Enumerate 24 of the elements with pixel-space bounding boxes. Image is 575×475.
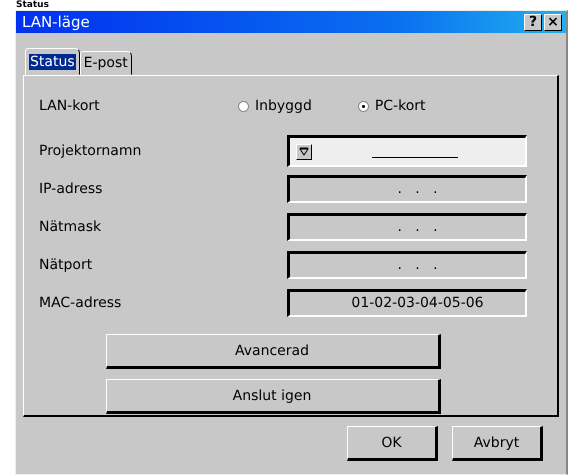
input-field[interactable]: . . . — [287, 213, 527, 241]
radio-option[interactable]: Inbyggd — [238, 98, 312, 114]
action-button[interactable]: Avancerad — [106, 334, 440, 369]
field-label: Nätport — [39, 257, 92, 273]
field-label: LAN-kort — [39, 98, 100, 114]
field-label: Projektornamn — [39, 143, 142, 159]
dropdown-icon — [296, 144, 312, 160]
ok-button[interactable]: OK — [347, 426, 438, 461]
input-field[interactable] — [287, 135, 527, 167]
tab[interactable]: E-post — [80, 51, 132, 75]
action-button[interactable]: Anslut igen — [106, 379, 440, 414]
close-button[interactable]: × — [544, 14, 562, 30]
input-field[interactable]: . . . — [287, 175, 527, 203]
field-label: MAC-adress — [39, 295, 122, 311]
window-title: LAN-läge — [22, 13, 90, 31]
input-field[interactable]: . . . — [287, 251, 527, 279]
page-heading: Status — [16, 0, 49, 10]
input-field[interactable]: 01-02-03-04-05-06 — [287, 289, 527, 317]
tab[interactable]: Status — [25, 48, 80, 75]
cancel-button[interactable]: Avbryt — [452, 426, 543, 461]
field-label: Nätmask — [39, 219, 102, 235]
help-button[interactable]: ? — [524, 14, 542, 30]
radio-option[interactable]: PC-kort — [358, 98, 426, 114]
field-label: IP-adress — [39, 181, 102, 197]
